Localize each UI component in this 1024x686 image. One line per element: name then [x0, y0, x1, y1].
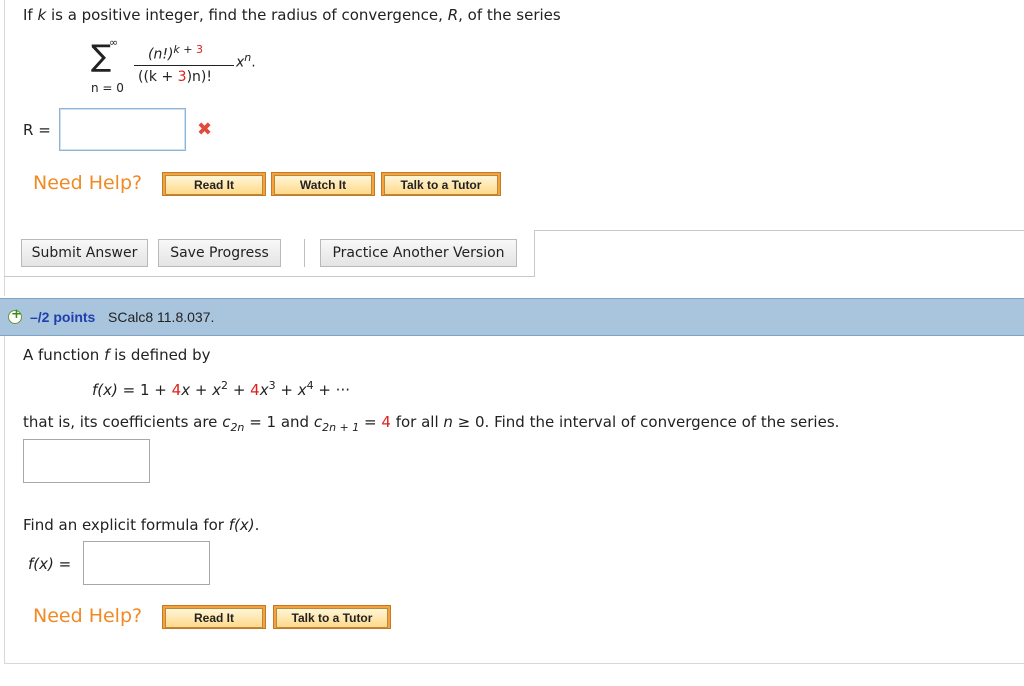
- practice-another-version-button[interactable]: Practice Another Version: [320, 239, 517, 267]
- q2-intro: A function f is defined by: [23, 346, 211, 364]
- actions-frame-bottom: [4, 276, 535, 277]
- fx-label: f(x) =: [28, 555, 72, 573]
- q1-left-border: [4, 0, 5, 296]
- actions-frame-top: [535, 230, 1024, 231]
- denominator: ((k + 3)n)!: [138, 69, 213, 85]
- read-it-button-2[interactable]: Read It: [162, 605, 266, 629]
- x-power: xn.: [236, 51, 256, 71]
- read-it-button[interactable]: Read It: [162, 172, 266, 196]
- expand-icon[interactable]: +: [8, 307, 22, 324]
- q2-bottom-border: [4, 663, 1024, 664]
- talk-to-tutor-button[interactable]: Talk to a Tutor: [381, 172, 501, 196]
- incorrect-x-icon: ✖: [197, 119, 213, 140]
- fraction-bar: [134, 65, 234, 66]
- r-answer-input[interactable]: [59, 108, 186, 151]
- submit-answer-button[interactable]: Submit Answer: [21, 239, 148, 267]
- question-code: SCalc8 11.8.037.: [108, 309, 215, 325]
- watch-it-button[interactable]: Watch It: [271, 172, 375, 196]
- interval-answer-input[interactable]: [23, 439, 150, 483]
- q2-left-border: [4, 336, 5, 664]
- actions-divider: [304, 239, 305, 267]
- fx-answer-input[interactable]: [83, 541, 210, 585]
- fx-series-equation: f(x) = 1 + 4x + x2 + 4x3 + x4 + ···: [92, 379, 350, 399]
- coefficients-text: that is, its coefficients are c2n = 1 an…: [23, 413, 840, 434]
- sum-lower-limit: n = 0: [91, 81, 124, 95]
- need-help-label-2: Need Help?: [33, 605, 143, 627]
- save-progress-button[interactable]: Save Progress: [158, 239, 281, 267]
- series-formula: ∞ ∑ n = 0 (n!)k + 3 ((k + 3)n)! xn.: [88, 36, 288, 100]
- q1-prompt: If k is a positive integer, find the rad…: [23, 6, 561, 24]
- actions-frame-right: [534, 230, 535, 277]
- numerator: (n!)k + 3: [148, 43, 204, 63]
- formula-prompt: Find an explicit formula for f(x).: [23, 516, 260, 534]
- points-label: –/2 points: [30, 309, 96, 325]
- talk-to-tutor-button-2[interactable]: Talk to a Tutor: [273, 605, 391, 629]
- sum-symbol: ∑: [91, 39, 112, 74]
- need-help-label: Need Help?: [33, 172, 143, 194]
- question-2-header: + –/2 points SCalc8 11.8.037.: [0, 298, 1024, 336]
- r-label: R =: [23, 121, 51, 139]
